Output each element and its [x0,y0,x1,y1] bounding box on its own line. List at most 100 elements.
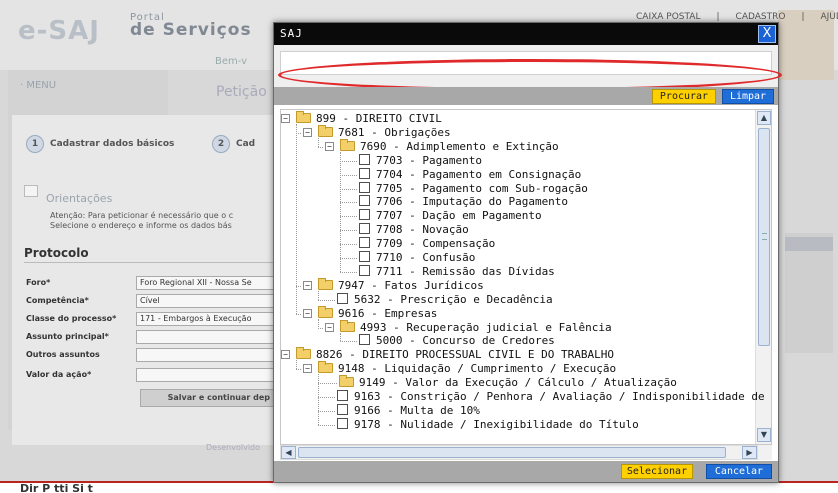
collapse-icon[interactable]: − [303,364,312,374]
step-1-label: Cadastrar dados básicos [50,139,175,149]
tree-connector [296,369,301,371]
cancelar-button[interactable]: Cancelar [706,464,772,479]
tree-connector [340,202,357,204]
checkbox[interactable] [337,390,348,401]
classe-label: Classe do processo* [26,314,117,323]
search-input[interactable] [280,51,772,75]
subject-tree[interactable]: ▲ ▼ −899 - DIREITO CIVIL −7681 - Obrigaçõ… [280,109,772,445]
foro-select[interactable]: Foro Regional XII - Nossa Se [136,276,276,290]
tree-leaf[interactable]: 7703 - Pagamento [359,153,482,168]
collapse-icon[interactable]: − [303,127,312,137]
save-continue-button[interactable]: Salvar e continuar dep [140,389,275,407]
tree-leaf[interactable]: 7707 - Dação em Pagamento [359,209,542,223]
link-separator: | [716,12,720,22]
step-2-number: 2 [212,135,230,153]
procurar-button[interactable]: Procurar [652,89,716,104]
copyright-text: Desenvolvido [206,443,261,452]
tree-node[interactable]: − 899 - DIREITO CIVIL [281,111,442,126]
tree-leaf[interactable]: 7711 - Remissão das Dívidas [359,264,555,279]
logo-brand: Portal de Serviços [130,12,252,39]
modal-titlebar[interactable]: SAJ X [274,23,778,45]
competencia-select[interactable]: Cível [136,294,276,308]
limpar-button[interactable]: Limpar [722,89,774,104]
modal-title: SAJ [280,27,303,40]
collapse-icon[interactable]: − [281,114,290,123]
close-button[interactable]: X [758,25,776,43]
link-cadastro[interactable]: CADASTRO [736,12,786,22]
checkbox[interactable] [359,237,370,249]
tree-connector [318,318,319,328]
checkbox[interactable] [359,209,370,221]
checkbox[interactable] [359,264,370,276]
right-panel-header [785,237,833,251]
checkbox[interactable] [337,403,348,415]
tree-connector [296,124,297,314]
info-icon [24,185,38,197]
tree-leaf[interactable]: 7705 - Pagamento com Sub-rogação [359,181,588,196]
tree-connector [340,244,357,246]
tree-leaf[interactable]: 7704 - Pagamento em Consignação [359,167,581,182]
outros-assuntos-field[interactable] [136,348,276,362]
tree-leaf[interactable]: 9178 - Nulidade / Inexigibilidade do Tít… [337,417,639,432]
collapse-icon[interactable]: − [303,280,312,290]
horizontal-scrollbar[interactable]: ◀ ▶ [280,445,758,460]
checkbox[interactable] [359,251,370,262]
tree-node[interactable]: − 7947 - Fatos Jurídicos [303,277,484,293]
tree-leaf[interactable]: 9166 - Multa de 10% [337,403,480,418]
tree-node[interactable]: − 9148 - Liquidação / Cumprimento / Execu… [303,361,616,376]
checkbox[interactable] [359,334,370,346]
right-panel [785,233,833,353]
scroll-thumb[interactable] [758,128,770,346]
scroll-left-icon[interactable]: ◀ [281,446,296,459]
tree-label: 9149 - Valor da Execução / Cálculo / Atu… [359,376,677,390]
tree-node[interactable]: − 7690 - Adimplemento e Extinção [325,138,559,154]
tree-label: 7707 - Dação em Pagamento [376,209,542,223]
tree-leaf[interactable]: 9163 - Constrição / Penhora / Avaliação … [337,390,772,404]
orientacoes-heading: Orientações [46,192,113,205]
tree-connector [318,137,319,147]
scroll-right-icon[interactable]: ▶ [742,446,757,459]
selecionar-button[interactable]: Selecionar [621,464,693,479]
scroll-up-icon[interactable]: ▲ [757,111,771,125]
menu-toggle[interactable]: · MENU [20,80,56,91]
checkbox[interactable] [337,292,348,304]
tree-connector [340,271,357,273]
tree-node[interactable]: − 8826 - DIREITO PROCESSUAL CIVIL E DO TR… [281,347,614,362]
step-1[interactable]: 1 Cadastrar dados básicos [26,135,174,153]
tree-leaf[interactable]: 7710 - Confusão [359,251,475,265]
checkbox[interactable] [359,195,370,207]
checkbox[interactable] [359,167,370,179]
tree-connector [340,174,357,176]
collapse-icon[interactable]: − [325,322,334,332]
classe-select[interactable]: 171 - Embargos à Execução [136,312,276,326]
tree-node[interactable]: − 4993 - Recuperação judicial e Falência [325,319,612,335]
link-ajuda[interactable]: AJUDA [821,12,838,22]
checkbox[interactable] [337,417,348,429]
tree-label: 9163 - Constrição / Penhora / Avaliação … [354,390,772,403]
tree-leaf[interactable]: 7708 - Novação [359,223,469,237]
collapse-icon[interactable]: − [325,141,334,151]
assunto-principal-field[interactable] [136,330,276,344]
step-2[interactable]: 2 Cad [212,135,255,153]
tree-leaf[interactable]: 7706 - Imputação do Pagamento [359,195,568,209]
tree-leaf[interactable]: 5000 - Concurso de Credores [359,334,555,348]
checkbox[interactable] [359,181,370,193]
tree-leaf[interactable]: 7709 - Compensação [359,237,495,251]
competencia-label: Competência* [26,296,89,305]
collapse-icon[interactable]: − [303,308,312,318]
collapse-icon[interactable]: − [281,350,290,360]
checkbox[interactable] [359,153,370,165]
tree-node[interactable]: − 9616 - Empresas [303,305,437,321]
tree-label: 7690 - Adimplemento e Extinção [360,139,559,153]
tree-leaf[interactable]: 5632 - Prescrição e Decadência [337,292,553,307]
link-caixa-postal[interactable]: CAIXA POSTAL [636,12,700,22]
checkbox[interactable] [359,223,370,235]
hscroll-thumb[interactable] [298,447,726,458]
tree-node[interactable]: 9149 - Valor da Execução / Cálculo / Atu… [339,375,677,390]
scroll-down-icon[interactable]: ▼ [757,428,771,442]
valor-acao-field[interactable] [136,368,276,382]
tree-label: 7703 - Pagamento [376,153,482,167]
tree-label: 7709 - Compensação [376,237,496,251]
top-links[interactable]: CAIXA POSTAL | CADASTRO | AJUDA [636,12,838,22]
tree-node[interactable]: − 7681 - Obrigações [303,124,451,140]
